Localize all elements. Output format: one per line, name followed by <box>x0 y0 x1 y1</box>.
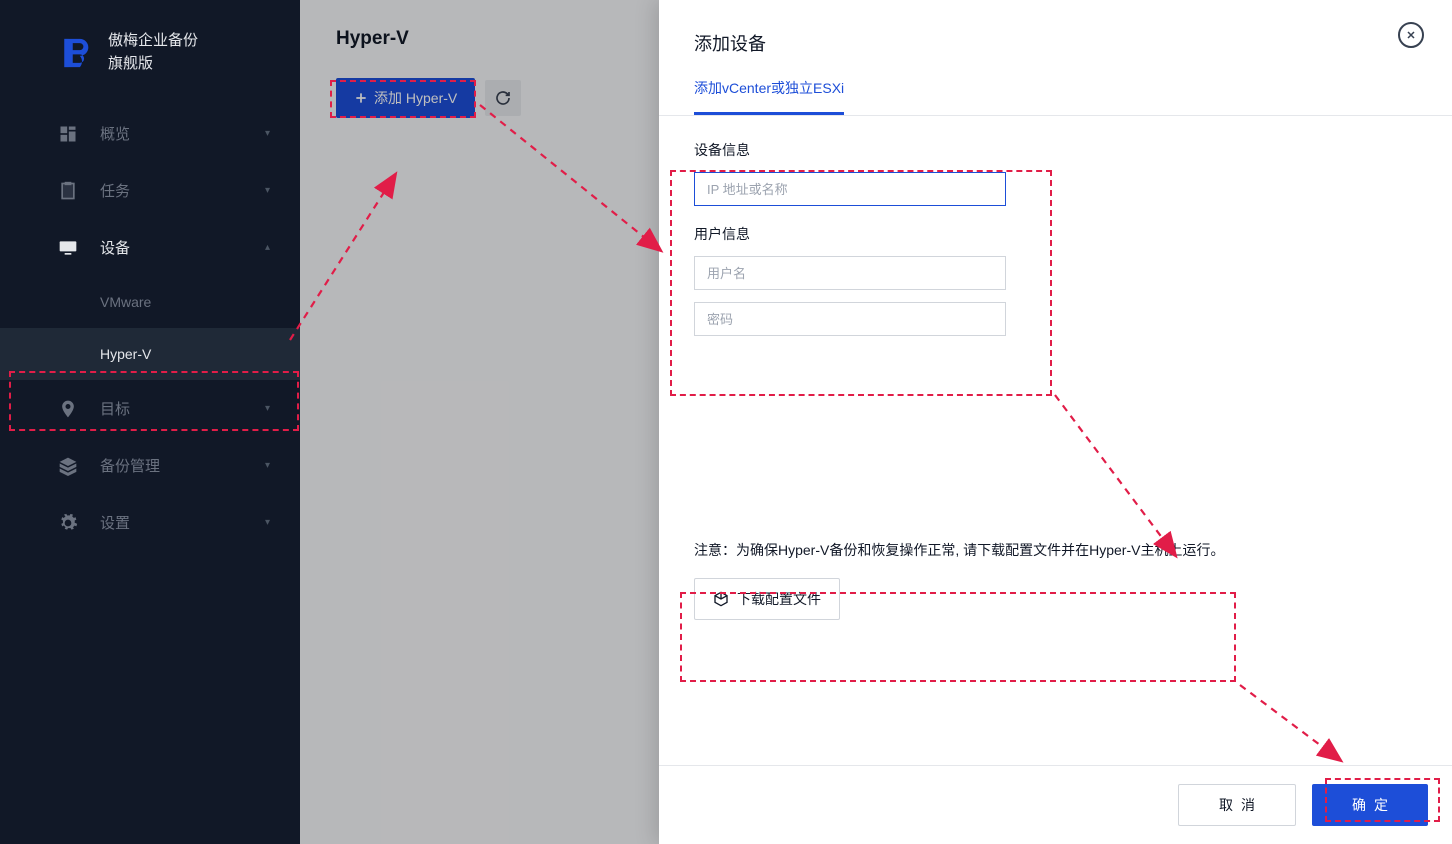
nav-targets-label: 目标 <box>100 398 265 419</box>
panel-body: 设备信息 用户信息 注意：为确保Hyper-V备份和恢复操作正常, 请下载配置文… <box>659 116 1452 765</box>
nav: 概览 ▾ 任务 ▾ 设备 ▴ VMware Hyper-V 目标 <box>0 95 300 551</box>
nav-tasks[interactable]: 任务 ▾ <box>0 162 300 219</box>
chevron-down-icon: ▾ <box>265 517 270 528</box>
gear-icon <box>58 513 78 533</box>
tasks-icon <box>58 181 78 201</box>
download-config-button[interactable]: 下载配置文件 <box>694 578 840 620</box>
chevron-down-icon: ▾ <box>265 185 270 196</box>
notice-block: 注意：为确保Hyper-V备份和恢复操作正常, 请下载配置文件并在Hyper-V… <box>694 536 1417 638</box>
close-icon <box>1405 29 1417 41</box>
device-info-label: 设备信息 <box>694 140 1417 160</box>
ip-address-input[interactable] <box>694 172 1006 206</box>
user-info-label: 用户信息 <box>694 224 1417 244</box>
nav-overview-label: 概览 <box>100 123 265 144</box>
nav-settings[interactable]: 设置 ▾ <box>0 494 300 551</box>
download-config-label: 下载配置文件 <box>737 589 821 609</box>
pin-icon <box>58 399 78 419</box>
nav-tasks-label: 任务 <box>100 180 265 201</box>
confirm-button[interactable]: 确定 <box>1312 784 1428 826</box>
brand: 傲梅企业备份 旗舰版 <box>0 0 300 95</box>
nav-backup-mgmt-label: 备份管理 <box>100 455 265 476</box>
monitor-icon <box>58 238 78 258</box>
nav-targets[interactable]: 目标 ▾ <box>0 380 300 437</box>
nav-backup-mgmt[interactable]: 备份管理 ▾ <box>0 437 300 494</box>
add-hyperv-button[interactable]: 添加 Hyper-V <box>336 78 475 118</box>
nav-overview[interactable]: 概览 ▾ <box>0 105 300 162</box>
chevron-down-icon: ▾ <box>265 403 270 414</box>
add-device-panel: 添加设备 添加vCenter或独立ESXi 设备信息 用户信息 注意：为确保Hy… <box>659 0 1452 844</box>
brand-line1: 傲梅企业备份 <box>108 30 198 53</box>
nav-sub-vmware-label: VMware <box>100 294 151 310</box>
panel-header: 添加设备 <box>659 0 1452 56</box>
brand-line2: 旗舰版 <box>108 53 198 76</box>
chevron-down-icon: ▾ <box>265 460 270 471</box>
nav-sub-hyperv[interactable]: Hyper-V <box>0 328 300 380</box>
panel-title: 添加设备 <box>694 30 1417 56</box>
username-input[interactable] <box>694 256 1006 290</box>
layers-icon <box>58 456 78 476</box>
password-input[interactable] <box>694 302 1006 336</box>
brand-text: 傲梅企业备份 旗舰版 <box>108 30 198 75</box>
dashboard-icon <box>58 124 78 144</box>
refresh-icon <box>495 90 511 106</box>
sidebar: 傲梅企业备份 旗舰版 概览 ▾ 任务 ▾ 设备 ▴ VMware <box>0 0 300 844</box>
chevron-down-icon: ▾ <box>265 128 270 139</box>
plus-icon <box>354 91 368 105</box>
nav-settings-label: 设置 <box>100 512 265 533</box>
nav-devices[interactable]: 设备 ▴ <box>0 219 300 276</box>
cube-icon <box>713 591 729 607</box>
notice-text: 注意：为确保Hyper-V备份和恢复操作正常, 请下载配置文件并在Hyper-V… <box>694 540 1417 560</box>
refresh-button[interactable] <box>485 80 521 116</box>
nav-sub-hyperv-label: Hyper-V <box>100 346 151 362</box>
add-hyperv-label: 添加 Hyper-V <box>374 88 457 108</box>
cancel-button[interactable]: 取消 <box>1178 784 1296 826</box>
tab-add-vcenter[interactable]: 添加vCenter或独立ESXi <box>694 78 844 115</box>
nav-devices-label: 设备 <box>100 237 265 258</box>
brand-logo-icon <box>60 36 94 70</box>
panel-tabs: 添加vCenter或独立ESXi <box>659 56 1452 116</box>
close-button[interactable] <box>1398 22 1424 48</box>
panel-footer: 取消 确定 <box>659 765 1452 844</box>
nav-sub-vmware[interactable]: VMware <box>0 276 300 328</box>
chevron-up-icon: ▴ <box>265 242 270 253</box>
